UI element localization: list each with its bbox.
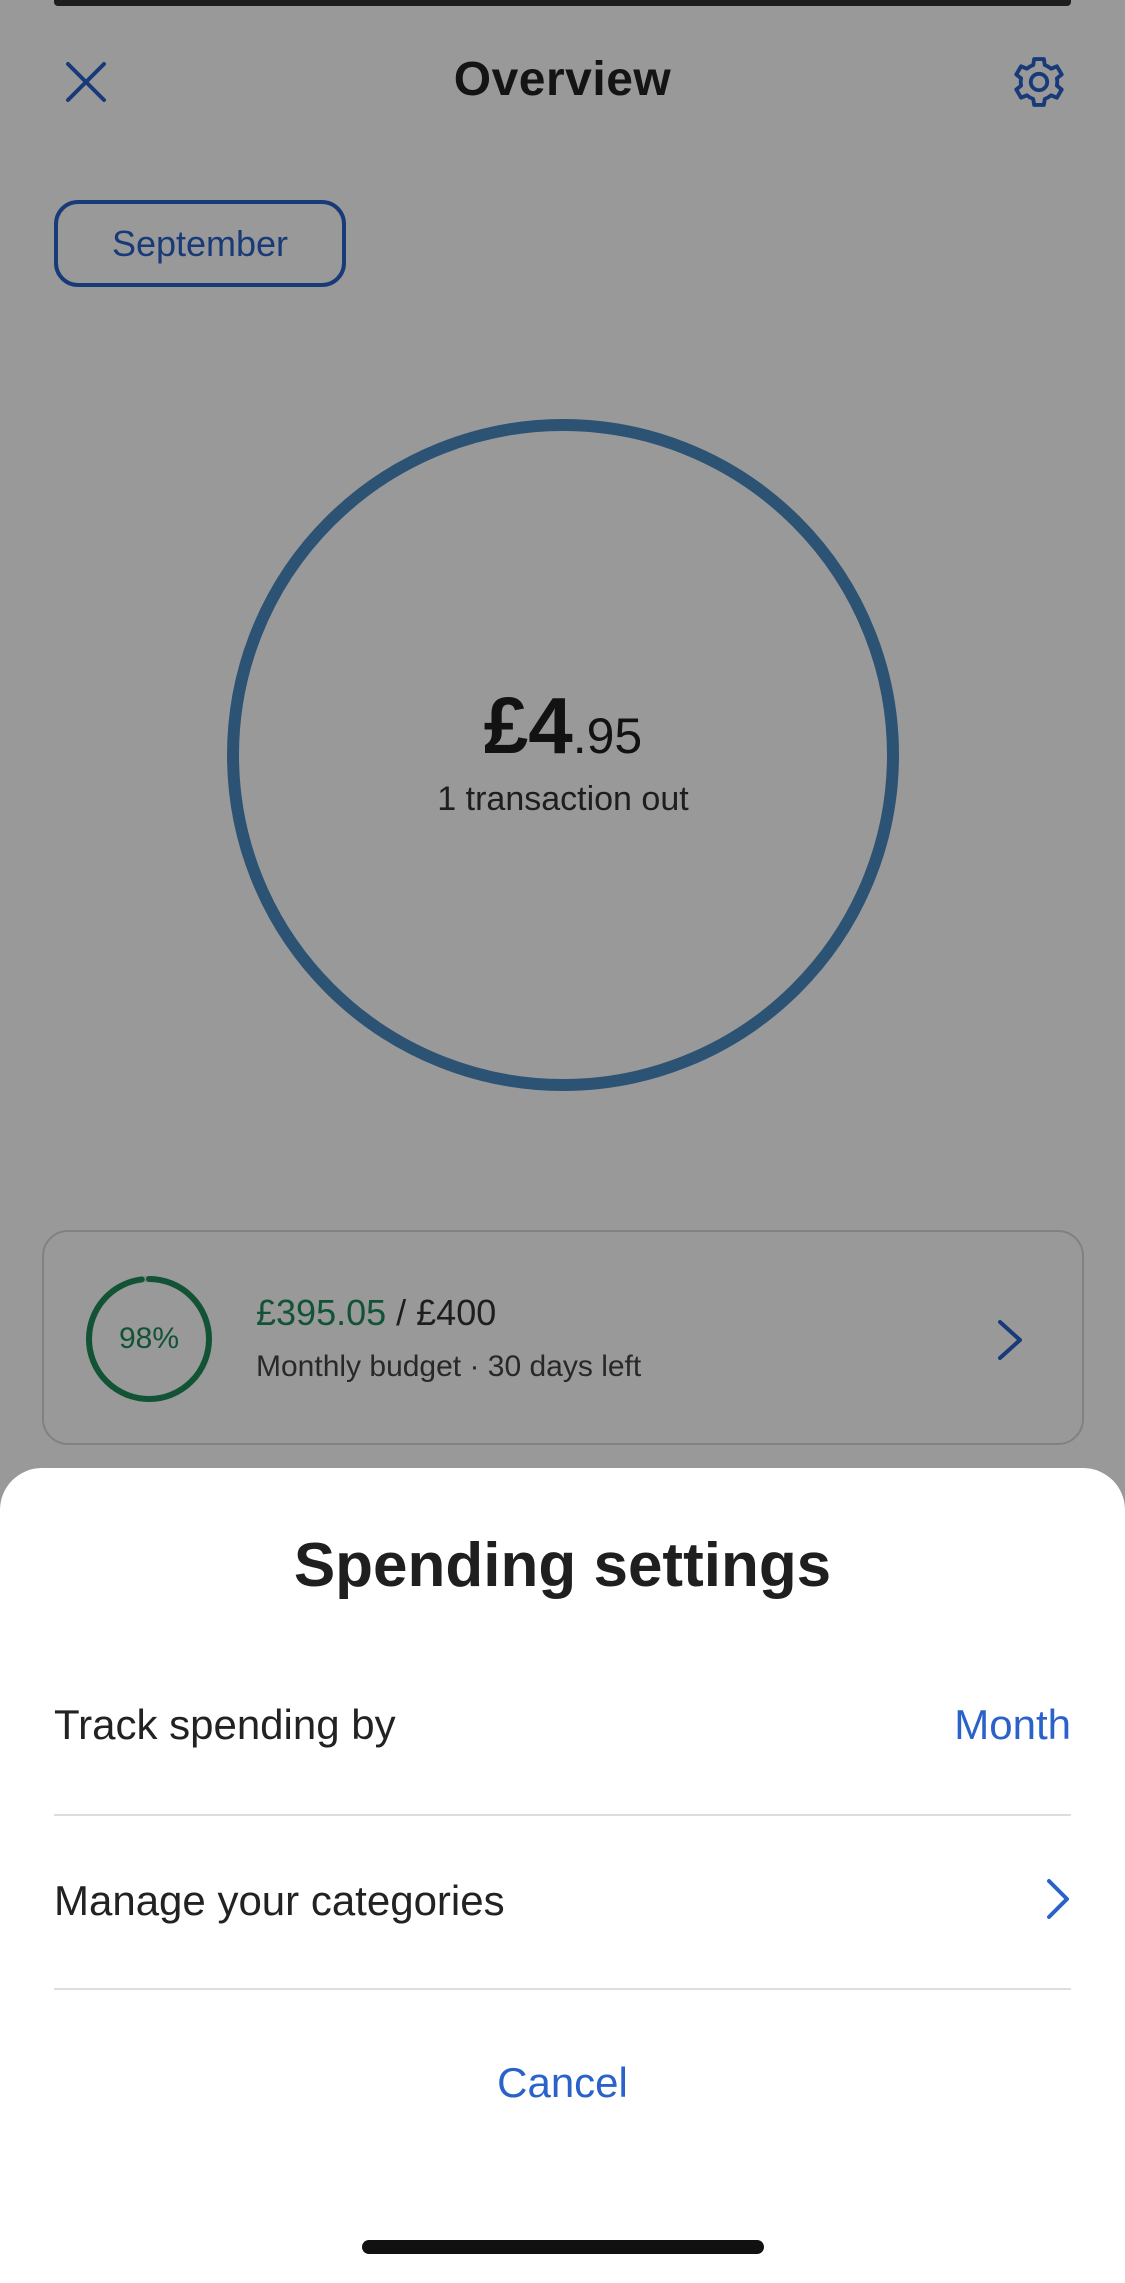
manage-categories-label: Manage your categories (54, 1877, 505, 1924)
cancel-button[interactable]: Cancel (0, 2028, 1125, 2138)
track-spending-row[interactable]: Track spending by Month (54, 1638, 1071, 1812)
spending-settings-sheet: Spending settings Track spending by Mont… (0, 1468, 1125, 2283)
chevron-right-icon (1045, 1877, 1071, 1926)
divider (54, 1988, 1071, 1990)
screen: Overview September £4.95 1 transaction o… (0, 0, 1125, 2283)
track-spending-value[interactable]: Month (954, 1701, 1071, 1749)
home-indicator[interactable] (362, 2240, 764, 2254)
track-spending-label: Track spending by (54, 1701, 396, 1748)
sheet-title: Spending settings (293, 1531, 832, 1600)
manage-categories-row[interactable]: Manage your categories (54, 1814, 1071, 1988)
